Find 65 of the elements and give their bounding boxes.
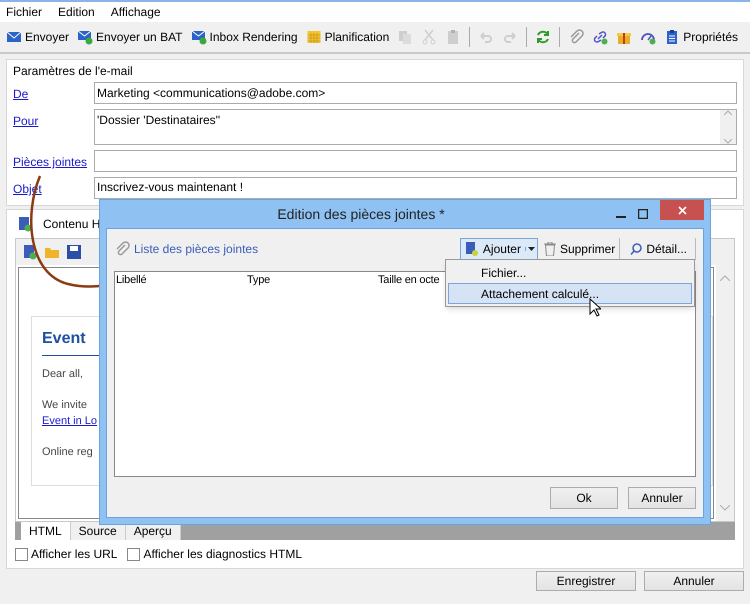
column-header[interactable]: Taille en octe: [377, 272, 440, 288]
field-label-link[interactable]: Pour: [13, 114, 38, 128]
toolbar-button[interactable]: Inbox Rendering: [190, 28, 298, 46]
input-field[interactable]: Marketing <communications@adobe.com>: [94, 82, 737, 104]
checkbox[interactable]: [127, 548, 140, 560]
envelope-check-icon: [190, 29, 207, 45]
maximize-icon[interactable]: [638, 209, 648, 219]
paperclip-icon: [568, 29, 584, 45]
column-header[interactable]: Type: [246, 272, 377, 288]
input-field[interactable]: 'Dossier 'Destinataires'': [94, 109, 737, 145]
toolbar-button[interactable]: [592, 29, 608, 45]
scroll-down-icon[interactable]: [720, 505, 730, 511]
cancel-button[interactable]: Annuler: [628, 487, 696, 509]
toolbar-button[interactable]: [568, 29, 584, 45]
group-title: Paramètres de l'e-mail: [13, 63, 134, 80]
field-label-link[interactable]: Pièces jointes: [13, 155, 88, 169]
refresh-icon: [535, 29, 552, 45]
menu-item[interactable]: Affichage: [110, 3, 161, 21]
scroll-down-icon[interactable]: [724, 139, 732, 144]
scrollbar[interactable]: [716, 265, 734, 521]
save-button[interactable]: Enregistrer: [536, 571, 636, 591]
menu-item[interactable]: Fichier...: [448, 262, 692, 283]
document-icon: [464, 242, 479, 256]
view-tab[interactable]: HTML: [21, 522, 71, 540]
toolbar-button[interactable]: [535, 29, 552, 45]
cancel-button[interactable]: Annuler: [644, 571, 744, 591]
calendar-icon: [306, 29, 322, 45]
envelope-icon: [6, 29, 22, 45]
scroll-up-icon[interactable]: [720, 275, 730, 281]
checkbox-label: Afficher les diagnostics HTML: [143, 546, 302, 563]
paperclip-icon: [114, 241, 130, 257]
input-field[interactable]: Inscrivez-vous maintenant !: [94, 177, 737, 199]
toolbar-button[interactable]: Planification: [306, 28, 390, 46]
envelope-check-icon: [77, 29, 94, 45]
scissors-icon: [421, 29, 438, 45]
checkbox[interactable]: [15, 548, 28, 560]
menu-item[interactable]: Edition: [58, 3, 95, 21]
search-icon: [630, 243, 642, 255]
ok-button[interactable]: Ok: [550, 487, 618, 509]
menu-item[interactable]: Fichier: [6, 3, 42, 21]
toolbar-button[interactable]: Propriétés: [664, 28, 738, 46]
caret-icon[interactable]: [528, 247, 535, 251]
column-header[interactable]: Libellé: [115, 272, 246, 288]
new-document-icon[interactable]: [22, 244, 38, 260]
mouse-cursor-icon: [589, 298, 601, 317]
close-button[interactable]: [660, 200, 704, 220]
checkbox-label: Afficher les URL: [31, 546, 118, 563]
input-field[interactable]: [94, 150, 737, 172]
toolbar-button[interactable]: Envoyer un BAT: [77, 28, 183, 46]
email-text: Online reg: [42, 444, 94, 460]
copy-icon: [397, 29, 414, 45]
menu-item[interactable]: Attachement calculé...: [448, 283, 692, 304]
scroll-up-icon[interactable]: [724, 110, 732, 115]
document-icon: [17, 216, 33, 232]
chain-link-icon: [592, 29, 608, 45]
close-icon: [678, 206, 686, 214]
dialog-title: Edition des pièces jointes *: [276, 204, 446, 224]
list-label: Liste des pièces jointes: [134, 241, 258, 258]
view-tab[interactable]: Source: [70, 522, 126, 540]
field-label-link[interactable]: De: [13, 87, 28, 101]
email-text: Dear all,: [42, 367, 84, 382]
add-split-button[interactable]: Ajouter: [460, 238, 538, 260]
email-text: We invite: [42, 398, 88, 412]
toolbar-button[interactable]: Envoyer: [6, 28, 70, 46]
trash-icon: [544, 242, 556, 256]
